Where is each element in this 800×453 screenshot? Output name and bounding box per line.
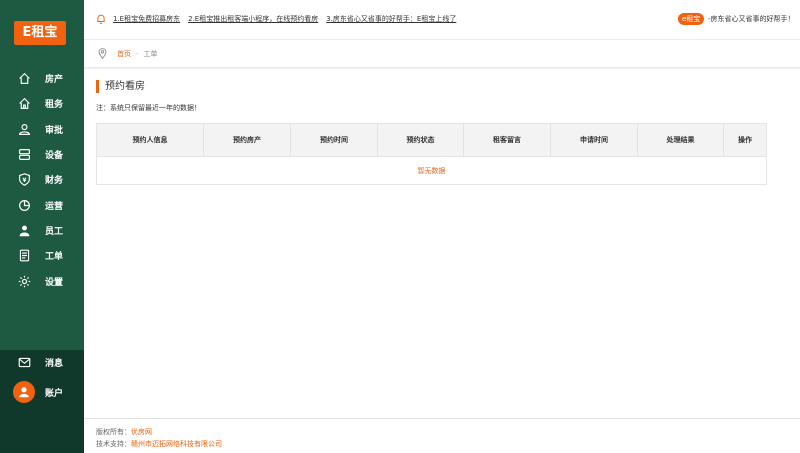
avatar[interactable] — [13, 381, 35, 403]
brand-slogan: -房东省心又省事的好帮手！ — [708, 15, 795, 23]
notice-link[interactable]: 2.E租宝推出租客端小程序，在线预约看房 — [188, 14, 318, 24]
mail-icon — [18, 357, 31, 368]
notice-link[interactable]: 3.房东省心又省事的好帮手：E租宝上线了 — [326, 14, 456, 24]
column-header[interactable]: 操作 — [724, 124, 766, 156]
sidebar-bottom: 消息 账户 — [0, 350, 84, 453]
sidebar-item-label: 消息 — [45, 359, 64, 369]
house-icon — [19, 98, 30, 110]
sidebar-item-label: 财务 — [45, 176, 64, 187]
sidebar-item-label: 工单 — [45, 252, 64, 263]
person-icon — [19, 225, 30, 237]
sidebar-item-label: 审批 — [45, 125, 64, 136]
sidebar-item-label: 房产 — [45, 75, 64, 86]
sidebar-item-finance[interactable]: 财务 — [0, 167, 84, 192]
breadcrumb-home[interactable]: 首页 — [117, 50, 131, 58]
main-content: 预约看房 注：系统只保留最近一年的数据！ 预约人信息 预约房产 预约时间 预约状… — [84, 69, 800, 418]
breadcrumb-bar: 首页 - 工单 — [84, 40, 800, 68]
sidebar-nav: 房产 租务 审批 设备 财务 运营 员工 工单 设置 — [0, 66, 84, 294]
sidebar-item-label: 租务 — [45, 100, 64, 111]
footer-copyright-link[interactable]: 优房网 — [131, 428, 152, 436]
sidebar-item-label: 员工 — [45, 226, 64, 237]
sidebar-item-staff[interactable]: 员工 — [0, 218, 84, 243]
finance-icon — [19, 173, 30, 187]
column-header[interactable]: 处理结果 — [638, 124, 724, 156]
top-notice-bar: 1.E租宝免费招募房东 2.E租宝推出租客端小程序，在线预约看房 3.房东省心又… — [84, 0, 800, 40]
sidebar-item-label: 设备 — [45, 151, 64, 162]
sidebar-item-label: 运营 — [45, 201, 64, 212]
sidebar-item-workorder[interactable]: 工单 — [0, 243, 84, 268]
footer-support-link[interactable]: 赣州市迈拓网络科技有限公司 — [131, 440, 222, 448]
column-header[interactable]: 预约人信息 — [97, 124, 204, 156]
user-check-icon — [19, 123, 30, 135]
notice-link[interactable]: 1.E租宝免费招募房东 — [113, 14, 180, 24]
sidebar: E租宝 房产 租务 审批 设备 财务 运营 员工 工单 设置 消息 账户 — [0, 0, 84, 453]
sidebar-item-operation[interactable]: 运营 — [0, 192, 84, 217]
sidebar-item-messages[interactable]: 消息 — [18, 356, 63, 369]
footer-copyright: 版权所有：优房网 — [96, 427, 152, 437]
data-retention-note: 注：系统只保留最近一年的数据！ — [96, 104, 201, 112]
sidebar-item-label: 设置 — [45, 277, 64, 288]
notice-list: 1.E租宝免费招募房东 2.E租宝推出租客端小程序，在线预约看房 3.房东省心又… — [113, 14, 456, 24]
user-avatar-icon — [19, 387, 29, 398]
sidebar-item-label: 账户 — [45, 388, 64, 399]
footer-copyright-label: 版权所有： — [96, 428, 131, 436]
table-empty-state: 暂无数据 — [97, 156, 766, 184]
breadcrumb-separator: - — [136, 50, 139, 58]
breadcrumb: 首页 - 工单 — [117, 49, 158, 59]
page-title: 预约看房 — [96, 80, 145, 93]
device-icon — [19, 149, 30, 160]
location-pin-icon — [98, 48, 107, 59]
sidebar-item-approval[interactable]: 审批 — [0, 117, 84, 142]
appointment-table: 预约人信息 预约房产 预约时间 预约状态 租客留言 申请时间 处理结果 操作 暂… — [96, 123, 767, 185]
column-header[interactable]: 预约状态 — [378, 124, 464, 156]
table-header: 预约人信息 预约房产 预约时间 预约状态 租客留言 申请时间 处理结果 操作 — [97, 124, 766, 156]
footer-support: 技术支持：赣州市迈拓网络科技有限公司 — [96, 439, 222, 449]
column-header[interactable]: 预约房产 — [204, 124, 291, 156]
bell-icon — [97, 14, 105, 24]
sidebar-item-property[interactable]: 房产 — [0, 66, 84, 91]
home-icon — [19, 72, 30, 85]
sidebar-item-device[interactable]: 设备 — [0, 142, 84, 167]
gear-icon — [18, 275, 31, 287]
sidebar-item-rental[interactable]: 租务 — [0, 91, 84, 116]
column-header[interactable]: 预约时间 — [291, 124, 378, 156]
footer: 版权所有：优房网 技术支持：赣州市迈拓网络科技有限公司 — [84, 418, 800, 453]
brand-badge: e租宝 — [678, 13, 705, 25]
breadcrumb-current: 工单 — [143, 50, 158, 58]
sidebar-item-account[interactable]: 账户 — [13, 381, 63, 403]
document-icon — [19, 249, 30, 262]
app-logo[interactable]: E租宝 — [14, 21, 66, 45]
column-header[interactable]: 申请时间 — [551, 124, 638, 156]
column-header[interactable]: 租客留言 — [464, 124, 551, 156]
footer-support-label: 技术支持： — [96, 440, 131, 448]
pie-chart-icon — [19, 199, 30, 211]
sidebar-item-settings[interactable]: 设置 — [0, 268, 84, 293]
